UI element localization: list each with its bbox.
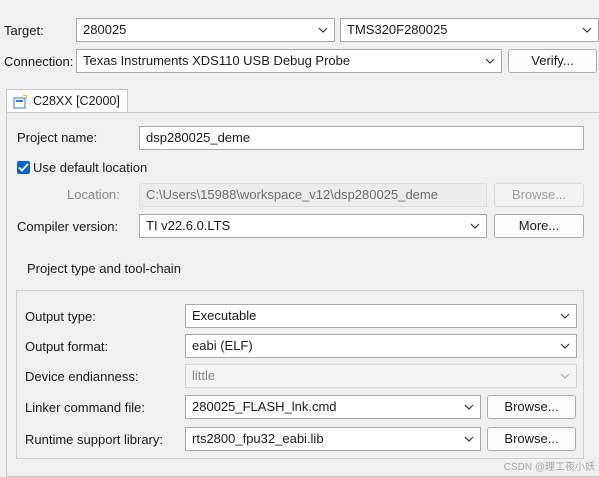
runtime-support-library-value: rts2800_fpu32_eabi.lib: [192, 431, 324, 446]
location-label: Location:: [67, 187, 120, 202]
compiler-version-value: TI v22.6.0.LTS: [146, 218, 231, 233]
location-input: C:\Users\15988\workspace_v12\dsp280025_d…: [139, 183, 487, 207]
toolchain-section-title: Project type and tool-chain: [27, 261, 181, 276]
chevron-down-icon[interactable]: [462, 396, 476, 418]
chevron-down-icon[interactable]: [468, 215, 482, 237]
compiler-more-button[interactable]: More...: [494, 214, 584, 238]
runtime-support-library-combo[interactable]: rts2800_fpu32_eabi.lib: [185, 427, 481, 451]
tab-label: C28XX [C2000]: [33, 94, 120, 108]
chevron-down-icon[interactable]: [580, 19, 594, 41]
project-name-input[interactable]: dsp280025_deme: [139, 126, 584, 150]
linker-command-file-value: 280025_FLASH_lnk.cmd: [192, 399, 337, 414]
output-format-label: Output format:: [25, 339, 109, 354]
output-type-label: Output type:: [25, 309, 96, 324]
compiler-version-label: Compiler version:: [17, 219, 119, 234]
device-endianness-value: little: [192, 368, 216, 383]
linker-command-file-label: Linker command file:: [25, 400, 145, 415]
chevron-down-icon[interactable]: [558, 305, 572, 327]
linker-command-file-combo[interactable]: 280025_FLASH_lnk.cmd: [185, 395, 481, 419]
project-name-value: dsp280025_deme: [146, 130, 251, 145]
location-value: C:\Users\15988\workspace_v12\dsp280025_d…: [146, 187, 438, 202]
target-device-value: TMS320F280025: [347, 22, 448, 37]
linker-browse-button[interactable]: Browse...: [487, 395, 576, 419]
use-default-location-label[interactable]: Use default location: [33, 160, 147, 176]
chevron-down-icon: [558, 365, 572, 387]
device-endianness-combo: little: [185, 364, 577, 388]
chevron-down-icon[interactable]: [483, 50, 497, 72]
verify-button[interactable]: Verify...: [508, 49, 597, 73]
output-type-value: Executable: [192, 308, 257, 323]
target-family-combo[interactable]: 280025: [76, 18, 335, 42]
target-device-combo[interactable]: TMS320F280025: [340, 18, 599, 42]
project-name-label: Project name:: [17, 130, 98, 145]
chevron-down-icon[interactable]: [462, 428, 476, 450]
target-family-value: 280025: [83, 22, 127, 37]
compiler-version-combo[interactable]: TI v22.6.0.LTS: [139, 214, 487, 238]
output-format-combo[interactable]: eabi (ELF): [185, 334, 577, 358]
device-endianness-label: Device endianness:: [25, 369, 139, 384]
location-browse-button: Browse...: [494, 183, 584, 207]
runtime-support-library-label: Runtime support library:: [25, 432, 163, 447]
connection-combo[interactable]: Texas Instruments XDS110 USB Debug Probe: [76, 49, 502, 73]
tab-c28xx[interactable]: C28XX [C2000]: [6, 89, 128, 113]
chevron-down-icon[interactable]: [316, 19, 330, 41]
output-format-value: eabi (ELF): [192, 338, 253, 353]
output-type-combo[interactable]: Executable: [185, 304, 577, 328]
use-default-location-checkbox[interactable]: [17, 161, 30, 174]
watermark-text: CSDN @理工夜小妖: [503, 462, 595, 473]
chevron-down-icon[interactable]: [558, 335, 572, 357]
connection-label: Connection:: [4, 54, 74, 69]
target-label: Target:: [4, 23, 44, 38]
connection-value: Texas Instruments XDS110 USB Debug Probe: [83, 53, 351, 68]
runtime-browse-button[interactable]: Browse...: [487, 427, 576, 451]
